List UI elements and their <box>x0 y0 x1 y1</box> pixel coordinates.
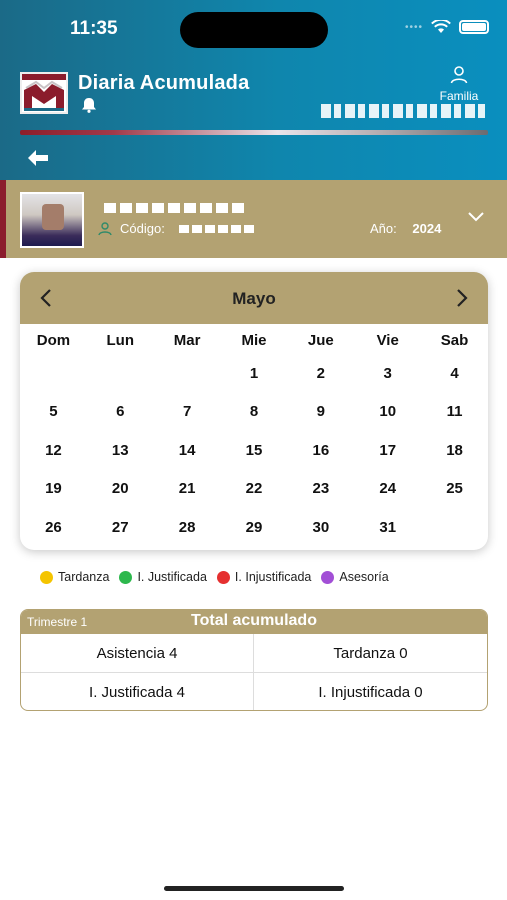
summary-table: Trimestre 1 Total acumulado Asistencia 4… <box>20 609 488 711</box>
calendar-day[interactable]: 23 <box>287 470 354 509</box>
calendar-day[interactable]: 16 <box>287 431 354 470</box>
calendar-day[interactable]: 7 <box>154 393 221 432</box>
calendar-day[interactable]: 24 <box>354 470 421 509</box>
calendar-day-empty <box>154 354 221 393</box>
year-label: Año: <box>370 221 397 236</box>
signal-dots-icon: •••• <box>404 21 423 33</box>
page-title: Diaria Acumulada <box>78 72 250 94</box>
masked-family-name <box>321 104 489 118</box>
calendar-day[interactable]: 14 <box>154 431 221 470</box>
calendar-day[interactable]: 26 <box>20 508 87 547</box>
calendar-day[interactable]: 13 <box>87 431 154 470</box>
calendar-day[interactable]: 25 <box>421 470 488 509</box>
home-indicator[interactable] <box>164 886 344 891</box>
school-logo <box>20 72 68 114</box>
calendar-day[interactable]: 31 <box>354 508 421 547</box>
app-header: 11:35 •••• Diaria Acumulada Familia <box>0 0 507 180</box>
legend-dot <box>216 570 230 584</box>
calendar-days: 1 2 3 4 5 6 7 8 9 10 11 12 13 14 15 16 17 18 19 20 21 22 23 24 2… <box>20 354 488 547</box>
status-time: 11:35 <box>70 18 118 39</box>
legend-dot <box>119 570 133 584</box>
weekday-label: Mie <box>241 332 267 349</box>
calendar-day[interactable]: 5 <box>20 393 87 432</box>
arrow-left-icon[interactable] <box>26 148 50 168</box>
battery-icon <box>459 20 489 34</box>
legend-label: Asesoría <box>339 570 389 584</box>
calendar-day[interactable]: 22 <box>221 470 288 509</box>
legend-item: I. Justificada <box>119 570 207 584</box>
calendar-day[interactable]: 28 <box>154 508 221 547</box>
calendar-day[interactable]: 9 <box>287 393 354 432</box>
calendar-day[interactable]: 1 <box>221 354 288 393</box>
legend-item: Asesoría <box>321 570 389 584</box>
calendar-day-empty <box>87 354 154 393</box>
weekday-label: Sab <box>440 332 469 349</box>
calendar-day[interactable]: 6 <box>87 393 154 432</box>
calendar: Mayo Dom Lun Mar Mie Jue Vie Sab 1234567… <box>20 272 488 550</box>
calendar-day[interactable]: 17 <box>354 431 421 470</box>
chevron-down-icon[interactable] <box>466 210 486 224</box>
weekday-label: Lun <box>106 332 135 349</box>
wifi-icon <box>431 20 451 33</box>
year-value: 2024 <box>412 221 442 236</box>
weekday-label: Jue <box>307 332 334 349</box>
summary-cell-justificada: I. Justificada 4 <box>21 673 254 710</box>
calendar-day[interactable]: 18 <box>421 431 488 470</box>
person-icon <box>98 221 112 235</box>
student-code-row: Código: <box>98 221 255 236</box>
calendar-day[interactable]: 15 <box>221 431 288 470</box>
masked-student-name <box>104 203 244 213</box>
calendar-day-empty <box>20 354 87 393</box>
bell-icon[interactable] <box>80 97 98 113</box>
masked-code <box>178 224 255 233</box>
calendar-day[interactable]: 21 <box>154 470 221 509</box>
legend-label: I. Injustificada <box>234 570 312 584</box>
family-button[interactable]: Familia <box>429 66 489 103</box>
calendar-day-empty <box>421 508 488 547</box>
summary-cell-asistencia: Asistencia 4 <box>21 634 254 673</box>
legend-item: Tardanza <box>40 570 109 584</box>
calendar-day[interactable]: 29 <box>221 508 288 547</box>
legend-label: I. Justificada <box>137 570 207 584</box>
weekday-label: Mar <box>173 332 201 349</box>
calendar-day[interactable]: 2 <box>287 354 354 393</box>
calendar-day[interactable]: 27 <box>87 508 154 547</box>
calendar-day[interactable]: 19 <box>20 470 87 509</box>
legend-label: Tardanza <box>58 570 110 584</box>
calendar-month: Mayo <box>232 289 276 308</box>
calendar-day[interactable]: 30 <box>287 508 354 547</box>
family-label: Familia <box>439 89 479 103</box>
weekday-label: Dom <box>36 332 71 349</box>
summary-grid: Asistencia 4 Tardanza 0 I. Justificada 4… <box>21 634 487 710</box>
dynamic-island <box>180 12 328 48</box>
calendar-day[interactable]: 4 <box>421 354 488 393</box>
calendar-day[interactable]: 10 <box>354 393 421 432</box>
avatar <box>20 192 84 248</box>
summary-cell-tardanza: Tardanza 0 <box>254 634 487 673</box>
legend: Tardanza I. Justificada I. Injustificada… <box>40 570 389 584</box>
calendar-day[interactable]: 11 <box>421 393 488 432</box>
chevron-right-icon[interactable] <box>454 288 470 308</box>
student-selector[interactable] <box>0 180 507 258</box>
legend-item: I. Injustificada <box>216 570 312 584</box>
weekday-row: Dom Lun Mar Mie Jue Vie Sab <box>20 332 488 349</box>
summary-title: Total acumulado <box>191 612 317 629</box>
calendar-day[interactable]: 12 <box>20 431 87 470</box>
divider-stripe <box>20 130 488 135</box>
year-row: Año: 2024 <box>370 221 441 236</box>
code-label: Código: <box>120 221 165 236</box>
calendar-day[interactable]: 3 <box>354 354 421 393</box>
summary-header: Trimestre 1 Total acumulado <box>21 610 487 634</box>
person-icon <box>450 66 468 84</box>
summary-cell-injustificada: I. Injustificada 0 <box>318 684 423 701</box>
legend-dot <box>321 570 335 584</box>
legend-dot <box>40 570 53 584</box>
status-icons: •••• <box>405 20 489 34</box>
weekday-label: Vie <box>376 332 399 349</box>
calendar-day[interactable]: 20 <box>87 470 154 509</box>
calendar-header: Mayo <box>20 272 488 324</box>
calendar-day[interactable]: 8 <box>221 393 288 432</box>
